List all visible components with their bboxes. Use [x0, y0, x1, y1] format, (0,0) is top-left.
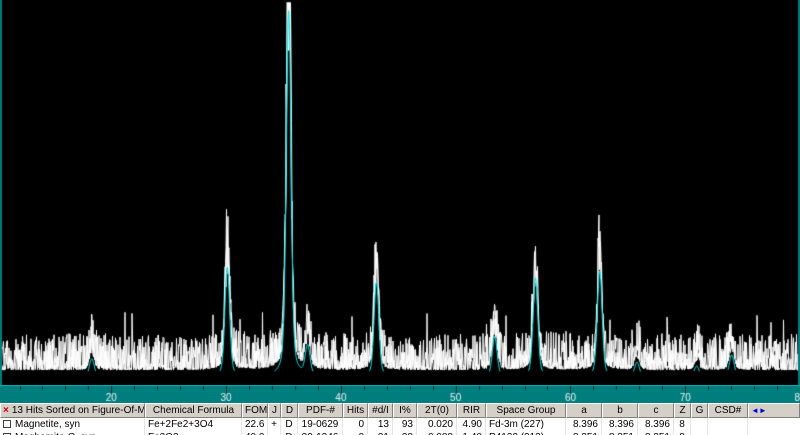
nav-right-icon[interactable]: ► — [759, 406, 767, 415]
hit-list-title-cell: × 13 Hits Sorted on Figure-Of-M... — [0, 403, 145, 418]
hit-cell-csd — [708, 418, 748, 431]
column-header-z[interactable]: Z — [674, 403, 691, 418]
hit-cell-pdf: 19-0629 — [298, 418, 343, 431]
hit-cell-b: 8.396 — [602, 418, 638, 431]
hit-row-checkbox[interactable] — [3, 420, 11, 428]
hit-cell-pdf: 39-1346 — [298, 431, 343, 435]
column-header-b[interactable]: b — [602, 403, 638, 418]
column-header-j[interactable]: J — [268, 403, 281, 418]
diffraction-app-window: × 13 Hits Sorted on Figure-Of-M... Chemic… — [0, 0, 800, 435]
column-header-rir[interactable]: RIR — [457, 403, 486, 418]
hit-cell-ipct: 93 — [393, 418, 417, 431]
nav-left-icon[interactable]: ◄ — [751, 406, 759, 415]
hit-cell-formula: Fe2O3 — [145, 431, 242, 435]
column-header-dI[interactable]: #d/I — [368, 403, 393, 418]
hit-cell-a: 8.351 — [566, 431, 602, 435]
hit-cell-g — [691, 431, 708, 435]
column-header-ipct[interactable]: I% — [393, 403, 417, 418]
hit-row[interactable]: Magnetite, syn Fe+2Fe2+3O4 22.6 + D 19-0629 0 1… — [0, 418, 800, 431]
column-header-g[interactable]: G — [691, 403, 708, 418]
hit-row[interactable]: Maghemite-C, synFe2O340.0 D39-1346031280.… — [0, 431, 800, 435]
hit-cell-fom: 40.0 — [242, 431, 268, 435]
hit-cell-z: 8 — [674, 418, 691, 431]
hit-cell-d: D — [281, 418, 298, 431]
hit-cell-a: 8.396 — [566, 418, 602, 431]
column-header-fom[interactable]: FOM — [242, 403, 268, 418]
hit-cell-c: 8.396 — [638, 418, 674, 431]
phase-name: Magnetite, syn — [15, 419, 81, 430]
xrd-pattern-plot[interactable] — [0, 0, 800, 385]
hit-cell-formula: Fe+2Fe2+3O4 — [145, 418, 242, 431]
hit-cell-dI: 13 — [368, 418, 393, 431]
hit-cell-rir: 1.40 — [457, 431, 486, 435]
hit-name-cell: Maghemite-C, syn — [0, 431, 145, 435]
close-hit-list-icon[interactable]: × — [3, 405, 9, 416]
hit-cell-d: D — [281, 431, 298, 435]
hit-cell-hits: 0 — [343, 418, 368, 431]
hit-cell-g — [691, 418, 708, 431]
hit-cell-sg: Fd-3m (227) — [486, 418, 566, 431]
column-header-a[interactable]: a — [566, 403, 602, 418]
hit-cell-hits: 0 — [343, 431, 368, 435]
hit-cell-j — [268, 431, 281, 435]
hit-cell-ipct: 28 — [393, 431, 417, 435]
hit-list-header: × 13 Hits Sorted on Figure-Of-M... Chemic… — [0, 403, 800, 418]
hit-cell-rir: 4.90 — [457, 418, 486, 431]
hit-cell-fom: 22.6 — [242, 418, 268, 431]
column-header-pdf[interactable]: PDF-# — [298, 403, 343, 418]
hit-cell-t0: 0.020 — [417, 418, 457, 431]
two-theta-axis-strip — [0, 385, 800, 403]
column-header-sg[interactable]: Space Group — [486, 403, 566, 418]
hit-cell-sg: P4132 (213) — [486, 431, 566, 435]
two-theta-axis — [0, 385, 800, 403]
column-header-c[interactable]: c — [638, 403, 674, 418]
hit-cell-c: 8.351 — [638, 431, 674, 435]
column-header-d[interactable]: D — [281, 403, 298, 418]
hit-cell-j: + — [268, 418, 281, 431]
column-header-hits[interactable]: Hits — [343, 403, 368, 418]
column-header-formula[interactable]: Chemical Formula — [145, 403, 242, 418]
hit-cell-b: 8.351 — [602, 431, 638, 435]
column-header-t0[interactable]: 2T(0) — [417, 403, 457, 418]
hit-list-title: 13 Hits Sorted on Figure-Of-M... — [11, 405, 145, 416]
hit-list-nav-cell: ◄► — [748, 403, 800, 418]
hit-list-panel: × 13 Hits Sorted on Figure-Of-M... Chemic… — [0, 403, 800, 435]
hit-list-rows: Magnetite, syn Fe+2Fe2+3O4 22.6 + D 19-0629 0 1… — [0, 418, 800, 435]
hit-cell-t0: 0.088 — [417, 431, 457, 435]
hit-cell-z: 8 — [674, 431, 691, 435]
hit-name-cell: Magnetite, syn — [0, 418, 145, 431]
xrd-plot-area — [0, 0, 800, 385]
hit-cell-dI: 31 — [368, 431, 393, 435]
column-header-csd[interactable]: CSD# — [708, 403, 748, 418]
hit-cell-csd — [708, 431, 748, 435]
